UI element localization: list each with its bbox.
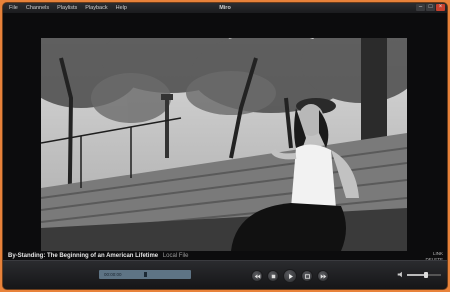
elapsed-time: 00:00:00	[104, 272, 122, 277]
maximize-button[interactable]: □	[426, 4, 435, 11]
video-source: Local File	[162, 253, 189, 259]
close-button[interactable]: ×	[436, 4, 445, 11]
window-controls: – □ ×	[416, 4, 445, 11]
play-button[interactable]	[283, 269, 297, 283]
transport-buttons	[251, 269, 329, 283]
fullscreen-button[interactable]	[301, 270, 313, 282]
skip-forward-icon	[320, 273, 326, 279]
stop-icon	[271, 274, 275, 278]
menu-file[interactable]: File	[9, 3, 18, 13]
volume-control	[397, 271, 441, 278]
video-title: By-Standing: The Beginning of an America…	[8, 253, 159, 259]
speaker-icon[interactable]	[397, 271, 404, 278]
fullscreen-icon	[304, 273, 310, 279]
previous-button[interactable]	[251, 270, 263, 282]
seek-bar[interactable]: 00:00:00	[99, 270, 191, 279]
stop-button[interactable]	[267, 270, 279, 282]
menu-playback[interactable]: Playback	[85, 3, 107, 13]
menu-help[interactable]: Help	[116, 3, 127, 13]
volume-level	[407, 273, 426, 276]
app-window: File Channels Playlists Playback Help Mi…	[3, 3, 447, 289]
video-stage: By-Standing: The Beginning of an America…	[3, 13, 447, 262]
video-caption: By-Standing: The Beginning of an America…	[8, 253, 188, 259]
playback-controls: 00:00:00	[3, 260, 447, 289]
menu-bar: File Channels Playlists Playback Help	[9, 3, 127, 13]
play-icon	[288, 273, 293, 279]
next-button[interactable]	[317, 270, 329, 282]
video-frame[interactable]	[41, 38, 407, 251]
volume-slider[interactable]	[407, 271, 441, 278]
menu-playlists[interactable]: Playlists	[57, 3, 77, 13]
title-bar: File Channels Playlists Playback Help Mi…	[3, 3, 447, 13]
menu-channels[interactable]: Channels	[26, 3, 49, 13]
minimize-button[interactable]: –	[416, 4, 425, 11]
seek-thumb[interactable]	[143, 272, 147, 277]
video-still	[41, 38, 407, 251]
volume-thumb[interactable]	[423, 271, 428, 278]
skip-back-icon	[254, 273, 260, 279]
